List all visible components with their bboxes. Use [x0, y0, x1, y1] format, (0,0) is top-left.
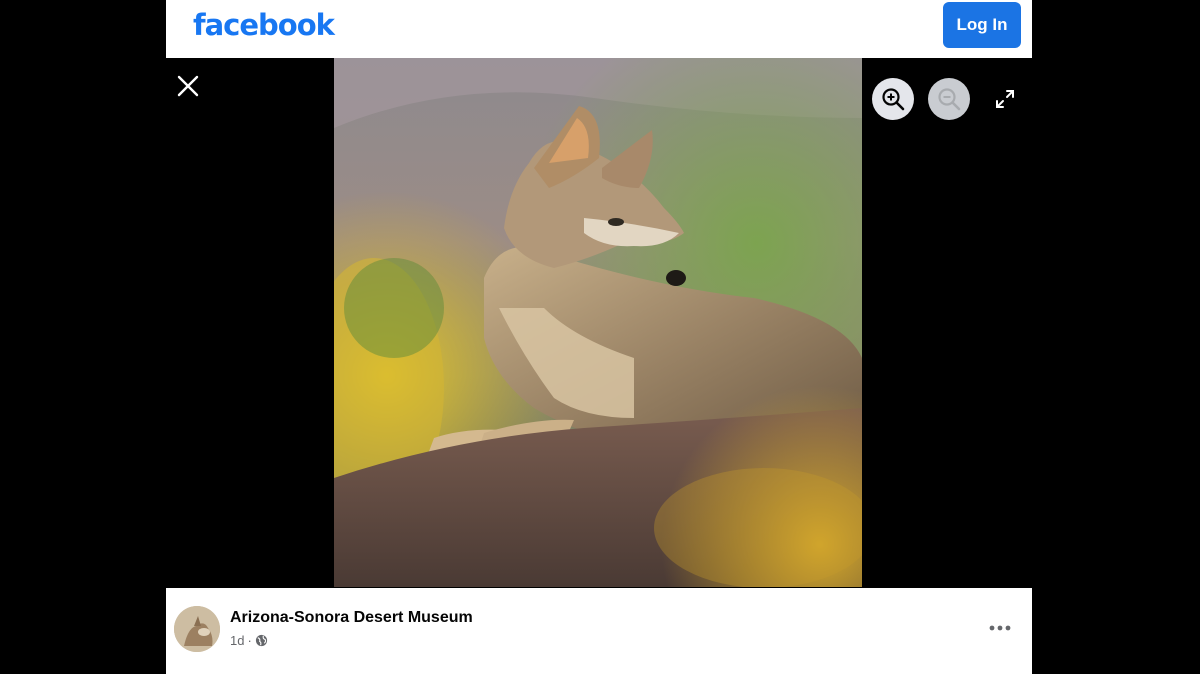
zoom-in-icon — [882, 88, 905, 111]
post-header: Arizona-Sonora Desert Museum 1d · — [166, 588, 1032, 674]
post-photo — [334, 58, 862, 587]
page-name[interactable]: Arizona-Sonora Desert Museum — [230, 609, 473, 627]
post-time[interactable]: 1d — [230, 633, 244, 648]
post-meta: 1d · — [230, 633, 268, 648]
coyote-photo-illustration — [334, 58, 862, 587]
top-navigation-bar: facebook Log In — [166, 0, 1032, 58]
login-button[interactable]: Log In — [943, 2, 1021, 48]
zoom-out-icon — [938, 88, 961, 111]
avatar[interactable] — [174, 606, 220, 652]
zoom-out-button[interactable] — [928, 78, 970, 120]
photo-viewer — [166, 58, 1032, 588]
globe-icon — [255, 634, 267, 647]
zoom-in-button[interactable] — [872, 78, 914, 120]
meta-separator: · — [247, 633, 252, 648]
facebook-photo-viewer: facebook Log In Arizona-Sonora Desert Mu… — [166, 0, 1032, 674]
more-options-button[interactable] — [984, 614, 1016, 642]
expand-icon — [996, 90, 1014, 108]
fullscreen-button[interactable] — [990, 84, 1020, 114]
more-options-icon — [989, 625, 1011, 631]
facebook-logo[interactable]: facebook — [193, 8, 335, 42]
close-icon[interactable] — [174, 72, 202, 100]
